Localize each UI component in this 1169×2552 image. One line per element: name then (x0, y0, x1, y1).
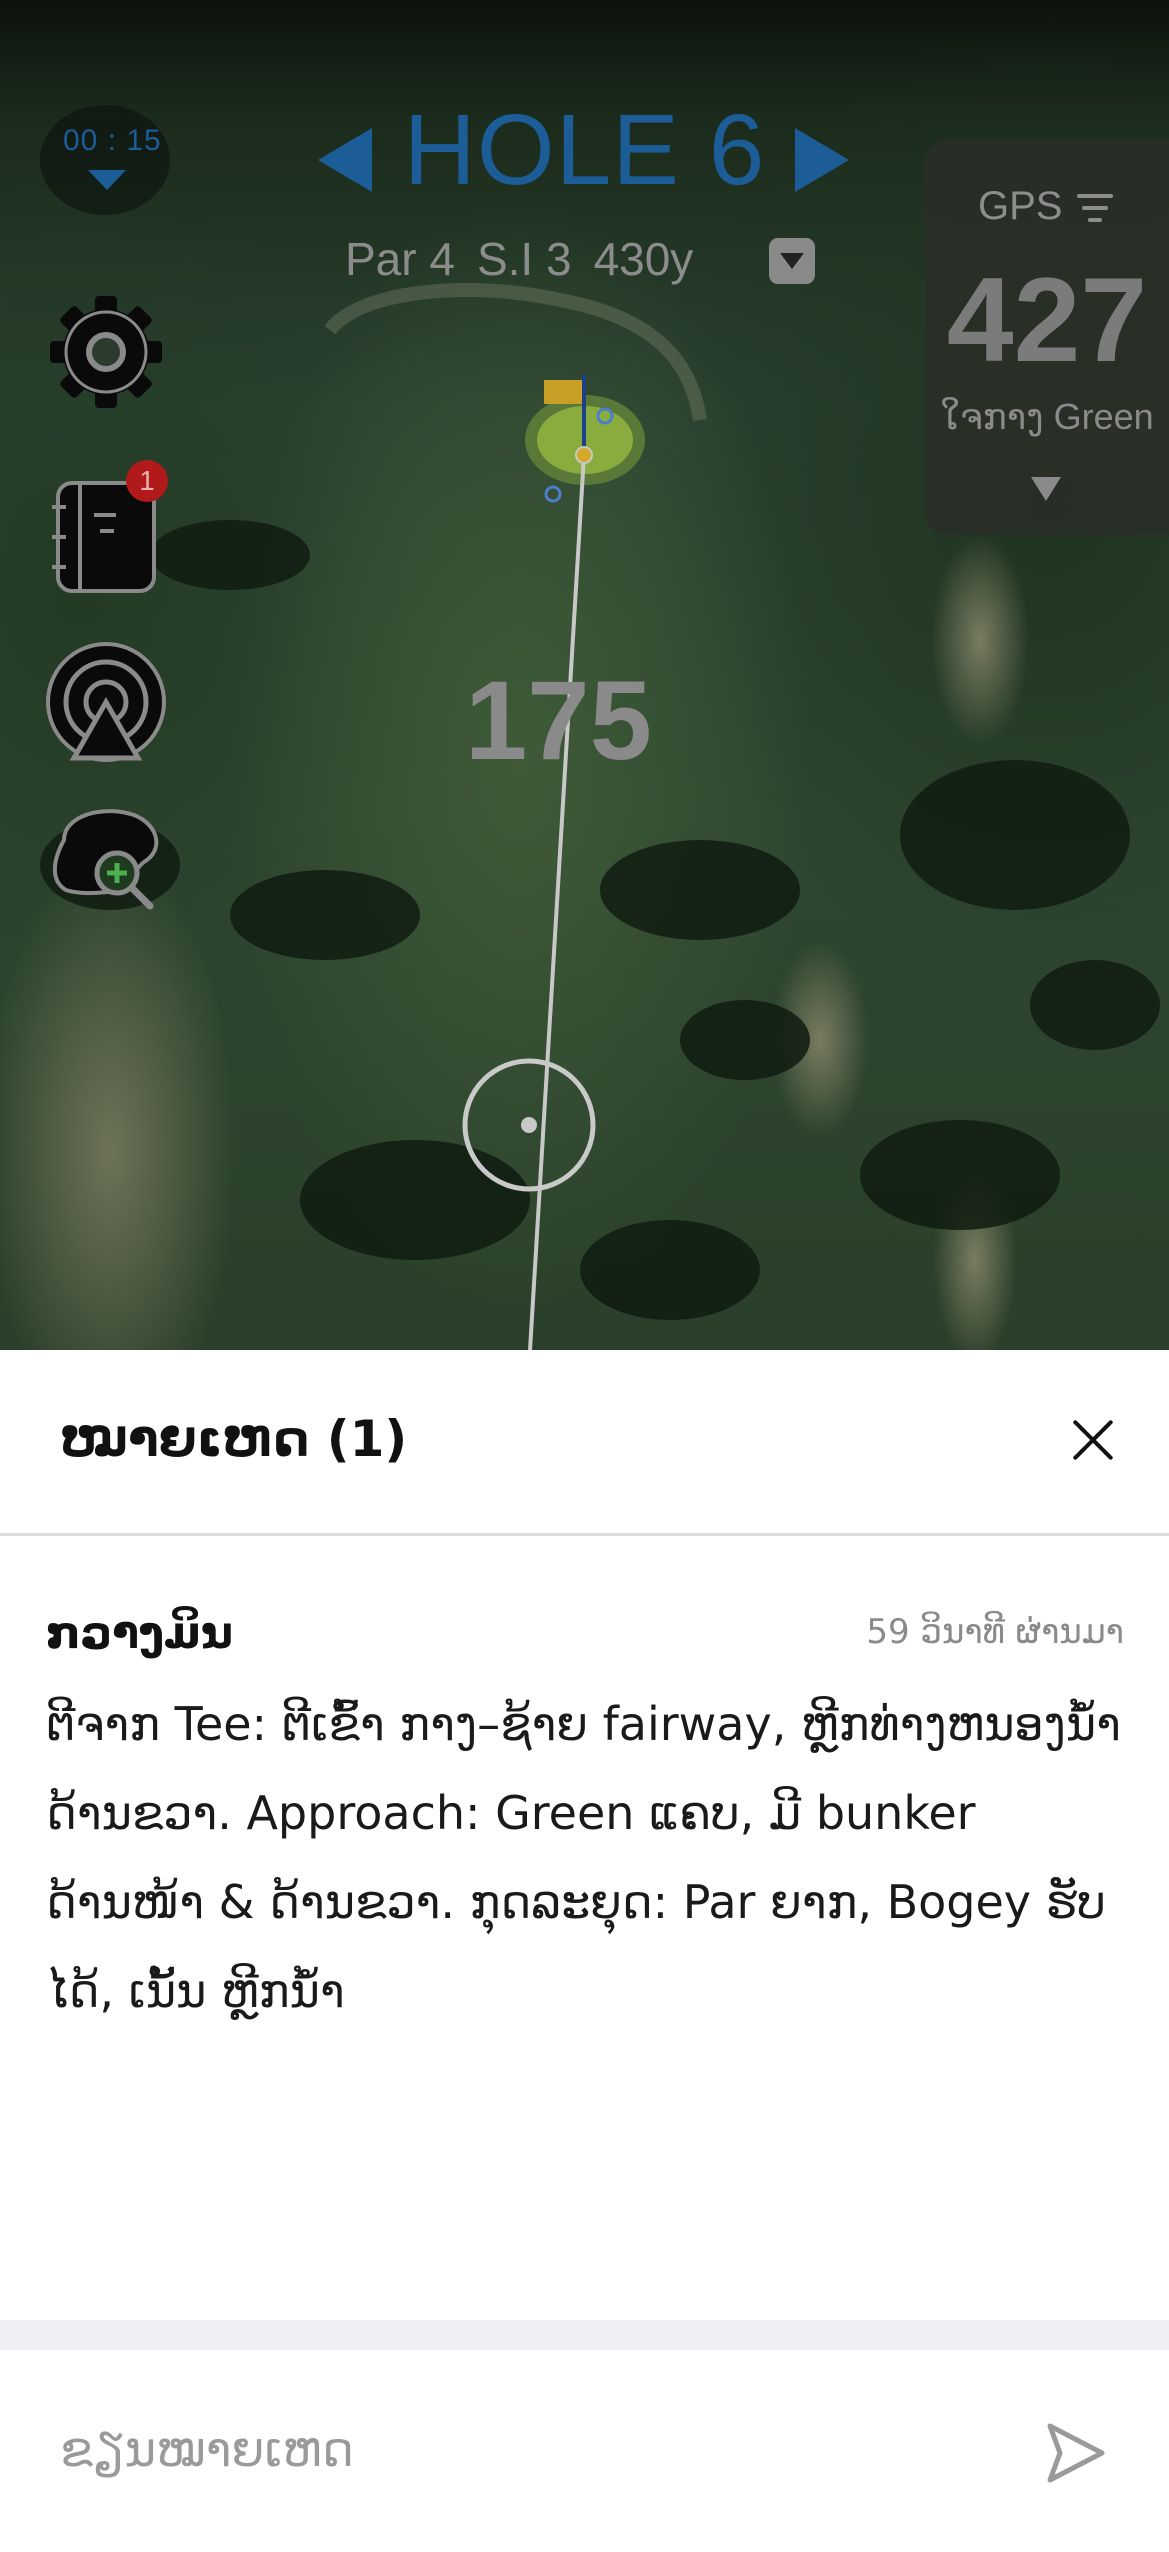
hole-yardage: 430y (593, 233, 694, 285)
gps-target-label: ໃຈກາງ Green (940, 396, 1154, 437)
flag-icon (544, 380, 582, 404)
hole-info-dropdown-button[interactable] (769, 238, 815, 284)
course-map[interactable]: 00 : 15 HOLE 6 Par 4 S.I 3 430y GPS 427 ໃຈ… (0, 0, 1169, 1350)
send-icon[interactable] (1040, 2418, 1110, 2488)
filter-icon[interactable] (1075, 194, 1115, 224)
zoom-in-icon[interactable] (44, 800, 168, 924)
input-separator (0, 2320, 1169, 2350)
gear-icon[interactable] (44, 290, 168, 414)
divider (0, 1533, 1169, 1536)
hole-info: Par 4 S.I 3 430y (345, 232, 715, 286)
gps-distance: 427 (946, 253, 1148, 387)
note-timestamp: 59 ວິນາທີ ຜ່ານມາ (866, 1612, 1124, 1652)
gps-label: GPS (978, 184, 1063, 228)
close-icon[interactable] (1066, 1413, 1120, 1467)
note-input[interactable] (40, 2400, 1040, 2500)
note-author: ກວາງມິນ (46, 1608, 233, 1659)
target-signal-icon[interactable] (44, 640, 168, 764)
chevron-down-icon[interactable] (1031, 477, 1061, 501)
next-hole-button[interactable] (795, 128, 849, 192)
hole-stroke-index: S.I 3 (476, 233, 572, 285)
shot-distance-label: 175 (465, 658, 652, 783)
notes-count-badge: 1 (126, 460, 168, 502)
note-text: ຕີຈາກ Tee: ຕີເຂົ້າ ກາງ–ຊ້າຍ fairway, ຫຼີ… (46, 1697, 1121, 2018)
hole-par: Par 4 (345, 233, 455, 285)
sheet-title: ໝາຍເຫດ (1) (60, 1410, 408, 1468)
